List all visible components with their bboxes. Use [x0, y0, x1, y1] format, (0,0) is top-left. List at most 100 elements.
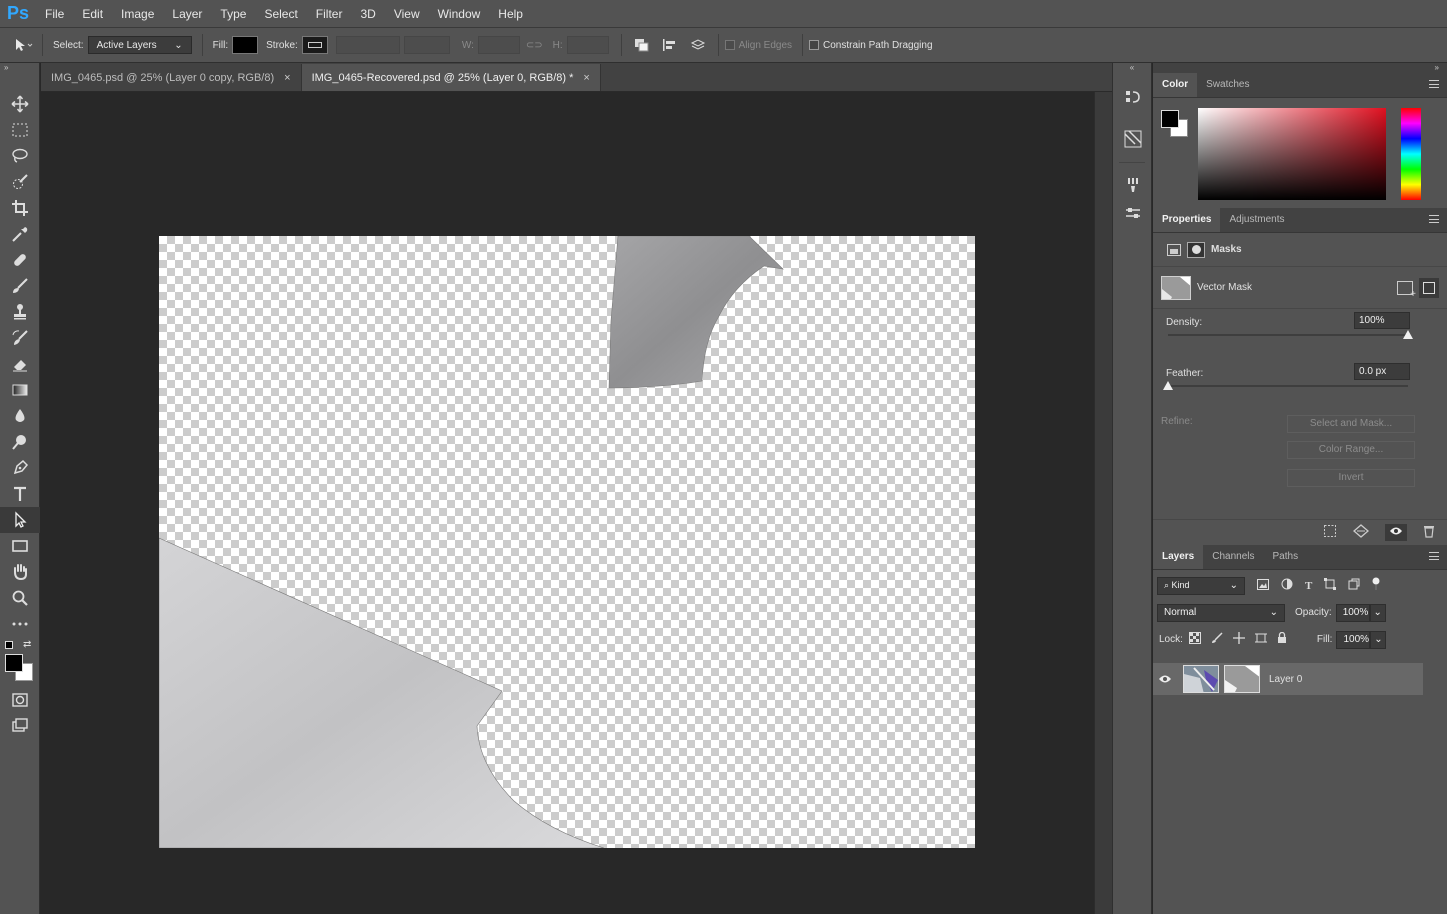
width-field[interactable]: [477, 36, 520, 54]
eraser-tool-icon[interactable]: [0, 351, 40, 377]
tab-paths[interactable]: Paths: [1264, 545, 1308, 569]
color-spectrum-field[interactable]: [1198, 108, 1386, 200]
brush-presets-panel-icon[interactable]: [1113, 171, 1153, 199]
marquee-tool-icon[interactable]: [0, 117, 40, 143]
expand-panels-icon[interactable]: »: [1153, 63, 1447, 73]
height-field[interactable]: [566, 36, 609, 54]
document-canvas[interactable]: [159, 236, 975, 848]
path-operations-icon[interactable]: [631, 34, 653, 56]
tab-layers[interactable]: Layers: [1153, 545, 1204, 569]
clone-source-panel-icon[interactable]: [1113, 125, 1153, 153]
layer-kind-filter[interactable]: ⌕ Kind ⌄: [1157, 576, 1245, 595]
hue-slider[interactable]: [1401, 108, 1421, 200]
eye-icon[interactable]: [1153, 674, 1177, 684]
close-icon[interactable]: ×: [284, 72, 290, 84]
tab-channels[interactable]: Channels: [1203, 545, 1263, 569]
foreground-color-swatch[interactable]: [1161, 110, 1179, 128]
default-colors-icon[interactable]: [5, 641, 13, 649]
mask-visibility-icon[interactable]: [1385, 524, 1407, 541]
pen-tool-icon[interactable]: [0, 455, 40, 481]
path-select-tool-preset-icon[interactable]: [11, 34, 33, 56]
shape-layer-filter-icon[interactable]: [1324, 578, 1337, 593]
color-range-button[interactable]: Color Range...: [1287, 441, 1415, 459]
select-and-mask-button[interactable]: Select and Mask...: [1287, 415, 1415, 433]
feather-field[interactable]: 0.0 px: [1354, 363, 1410, 380]
vector-mask-icon[interactable]: [1187, 241, 1205, 258]
collapse-dock-icon[interactable]: «: [1113, 63, 1151, 73]
vertical-scrollbar[interactable]: [1094, 92, 1112, 914]
path-arrangement-icon[interactable]: [687, 34, 709, 56]
top-image-fragment[interactable]: [608, 236, 784, 389]
eyedropper-tool-icon[interactable]: [0, 221, 40, 247]
stroke-width-field[interactable]: [335, 36, 400, 54]
menu-edit[interactable]: Edit: [73, 0, 112, 28]
lock-all-icon[interactable]: [1277, 631, 1287, 647]
rectangle-tool-icon[interactable]: [0, 533, 40, 559]
menu-help[interactable]: Help: [489, 0, 532, 28]
constrain-path-checkbox[interactable]: [809, 40, 820, 50]
close-icon[interactable]: ×: [583, 72, 589, 84]
delete-mask-icon[interactable]: [1423, 524, 1435, 541]
collapse-toolbar-icon[interactable]: »: [0, 63, 39, 73]
tab-properties[interactable]: Properties: [1153, 208, 1221, 232]
path-alignment-icon[interactable]: [659, 34, 681, 56]
vector-mask-thumbnail[interactable]: [1161, 275, 1191, 300]
more-tools-icon[interactable]: [0, 611, 40, 637]
blend-mode-dropdown[interactable]: Normal ⌄: [1157, 603, 1285, 622]
smart-object-filter-icon[interactable]: [1348, 578, 1360, 593]
density-field[interactable]: 100%: [1354, 312, 1410, 329]
feather-slider-handle[interactable]: [1163, 381, 1173, 390]
healing-brush-tool-icon[interactable]: [0, 247, 40, 273]
zoom-tool-icon[interactable]: [0, 585, 40, 611]
menu-3d[interactable]: 3D: [351, 0, 384, 28]
menu-select[interactable]: Select: [255, 0, 306, 28]
dodge-tool-icon[interactable]: [0, 429, 40, 455]
history-brush-tool-icon[interactable]: [0, 325, 40, 351]
menu-file[interactable]: File: [36, 0, 73, 28]
history-panel-icon[interactable]: [1113, 83, 1153, 111]
screen-mode-icon[interactable]: [0, 713, 40, 739]
lock-position-icon[interactable]: [1232, 632, 1245, 647]
crop-tool-icon[interactable]: [0, 195, 40, 221]
type-layer-filter-icon[interactable]: T: [1305, 580, 1312, 592]
link-icon[interactable]: ⊂⊃: [526, 40, 543, 51]
pixel-mask-icon[interactable]: [1167, 243, 1181, 256]
menu-layer[interactable]: Layer: [163, 0, 211, 28]
panel-menu-icon[interactable]: [1429, 215, 1439, 223]
swap-colors-icon[interactable]: ⇄: [23, 639, 31, 650]
stroke-swatch[interactable]: [301, 36, 328, 54]
panel-menu-icon[interactable]: [1429, 80, 1439, 88]
opacity-field[interactable]: 100%: [1335, 603, 1370, 622]
invert-button[interactable]: Invert: [1287, 469, 1415, 487]
brush-tool-icon[interactable]: [0, 273, 40, 299]
adjustment-layer-filter-icon[interactable]: [1281, 578, 1293, 593]
layer-row[interactable]: Layer 0: [1153, 663, 1423, 695]
move-tool-icon[interactable]: [0, 91, 40, 117]
tab-color[interactable]: Color: [1153, 73, 1198, 97]
panel-menu-icon[interactable]: [1429, 552, 1439, 560]
menu-window[interactable]: Window: [429, 0, 490, 28]
align-edges-checkbox[interactable]: [724, 40, 735, 50]
clone-stamp-tool-icon[interactable]: [0, 299, 40, 325]
quick-mask-icon[interactable]: [0, 687, 40, 713]
quick-selection-tool-icon[interactable]: [0, 169, 40, 195]
menu-image[interactable]: Image: [112, 0, 163, 28]
type-tool-icon[interactable]: [0, 481, 40, 507]
load-selection-icon[interactable]: [1323, 524, 1337, 541]
tab-img-0465-recovered[interactable]: IMG_0465-Recovered.psd @ 25% (Layer 0, R…: [301, 64, 601, 91]
tab-swatches[interactable]: Swatches: [1197, 73, 1258, 97]
lock-transparent-pixels-icon[interactable]: [1188, 632, 1201, 647]
lasso-tool-icon[interactable]: [0, 143, 40, 169]
adjustment-sliders-panel-icon[interactable]: [1113, 199, 1153, 227]
filter-toggle-icon[interactable]: [1372, 577, 1380, 594]
stroke-type-dropdown[interactable]: [403, 36, 450, 54]
gradient-tool-icon[interactable]: [0, 377, 40, 403]
feather-slider-track[interactable]: [1168, 385, 1408, 387]
bottom-image-fragment[interactable]: [159, 537, 605, 848]
layer-name[interactable]: Layer 0: [1269, 674, 1302, 685]
menu-filter[interactable]: Filter: [307, 0, 352, 28]
layer-thumbnail[interactable]: [1183, 665, 1219, 693]
pixel-layer-filter-icon[interactable]: [1257, 578, 1269, 593]
apply-mask-icon[interactable]: [1353, 524, 1369, 541]
tab-img-0465[interactable]: IMG_0465.psd @ 25% (Layer 0 copy, RGB/8)…: [41, 64, 302, 91]
